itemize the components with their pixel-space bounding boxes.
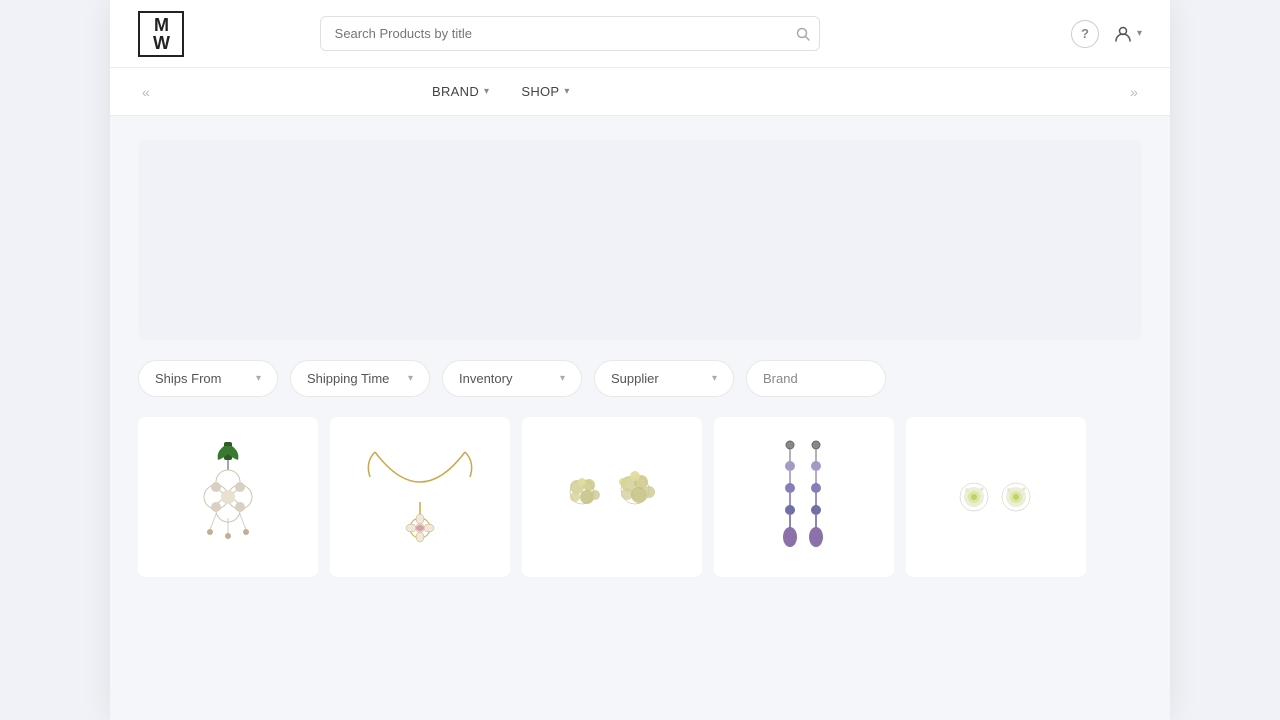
nav-shop-label: SHOP: [521, 84, 559, 99]
nav-brand-chevron: ▾: [484, 86, 489, 97]
filter-ships-from-label: Ships From: [155, 371, 221, 386]
filter-shipping-time-label: Shipping Time: [307, 371, 389, 386]
product-image-5: [926, 437, 1066, 557]
content-area: Ships From ▾ Shipping Time ▾ Inventory ▾…: [110, 116, 1170, 720]
filter-bar: Ships From ▾ Shipping Time ▾ Inventory ▾…: [138, 360, 1142, 397]
logo-inner: M W: [153, 16, 169, 52]
filter-brand-label: Brand: [763, 371, 798, 386]
product-card-3[interactable]: [522, 417, 702, 577]
main-container: M W ?: [110, 0, 1170, 720]
filter-inventory-chevron: ▾: [560, 373, 565, 384]
user-icon: [1113, 24, 1133, 44]
nav-right-chevron[interactable]: »: [1126, 80, 1142, 104]
search-icon: [796, 27, 810, 41]
filter-shipping-time-chevron: ▾: [408, 373, 413, 384]
filter-shipping-time[interactable]: Shipping Time ▾: [290, 360, 430, 397]
product-image-2: [350, 437, 490, 557]
product-card-2[interactable]: [330, 417, 510, 577]
nav-bar: « BRAND ▾ SHOP ▾ »: [110, 68, 1170, 116]
search-input[interactable]: [320, 16, 820, 51]
user-menu-button[interactable]: ▾: [1113, 24, 1142, 44]
filter-supplier-chevron: ▾: [712, 373, 717, 384]
nav-item-brand[interactable]: BRAND ▾: [432, 84, 489, 99]
nav-item-shop[interactable]: SHOP ▾: [521, 84, 569, 99]
help-button[interactable]: ?: [1071, 20, 1099, 48]
nav-brand-label: BRAND: [432, 84, 479, 99]
logo[interactable]: M W: [138, 11, 184, 57]
product-image-1: [158, 437, 298, 557]
product-grid: [138, 417, 1142, 577]
search-bar: [320, 16, 820, 51]
hero-banner: [138, 140, 1142, 340]
logo-w: W: [153, 34, 169, 52]
filter-inventory[interactable]: Inventory ▾: [442, 360, 582, 397]
filter-brand[interactable]: Brand: [746, 360, 886, 397]
nav-shop-chevron: ▾: [564, 86, 569, 97]
help-icon: ?: [1081, 26, 1089, 41]
nav-links: BRAND ▾ SHOP ▾: [432, 84, 570, 99]
product-card-5[interactable]: [906, 417, 1086, 577]
nav-left-chevron[interactable]: «: [138, 80, 154, 104]
logo-m: M: [154, 16, 168, 34]
product-card-1[interactable]: [138, 417, 318, 577]
product-image-3: [542, 437, 682, 557]
search-button[interactable]: [796, 27, 810, 41]
product-image-4: [734, 437, 874, 557]
page-wrapper: M W ?: [0, 0, 1280, 720]
header: M W ?: [110, 0, 1170, 68]
filter-supplier-label: Supplier: [611, 371, 659, 386]
user-chevron-icon: ▾: [1137, 28, 1142, 39]
filter-ships-from[interactable]: Ships From ▾: [138, 360, 278, 397]
header-actions: ? ▾: [1071, 20, 1142, 48]
filter-ships-from-chevron: ▾: [256, 373, 261, 384]
filter-inventory-label: Inventory: [459, 371, 512, 386]
product-card-4[interactable]: [714, 417, 894, 577]
filter-supplier[interactable]: Supplier ▾: [594, 360, 734, 397]
